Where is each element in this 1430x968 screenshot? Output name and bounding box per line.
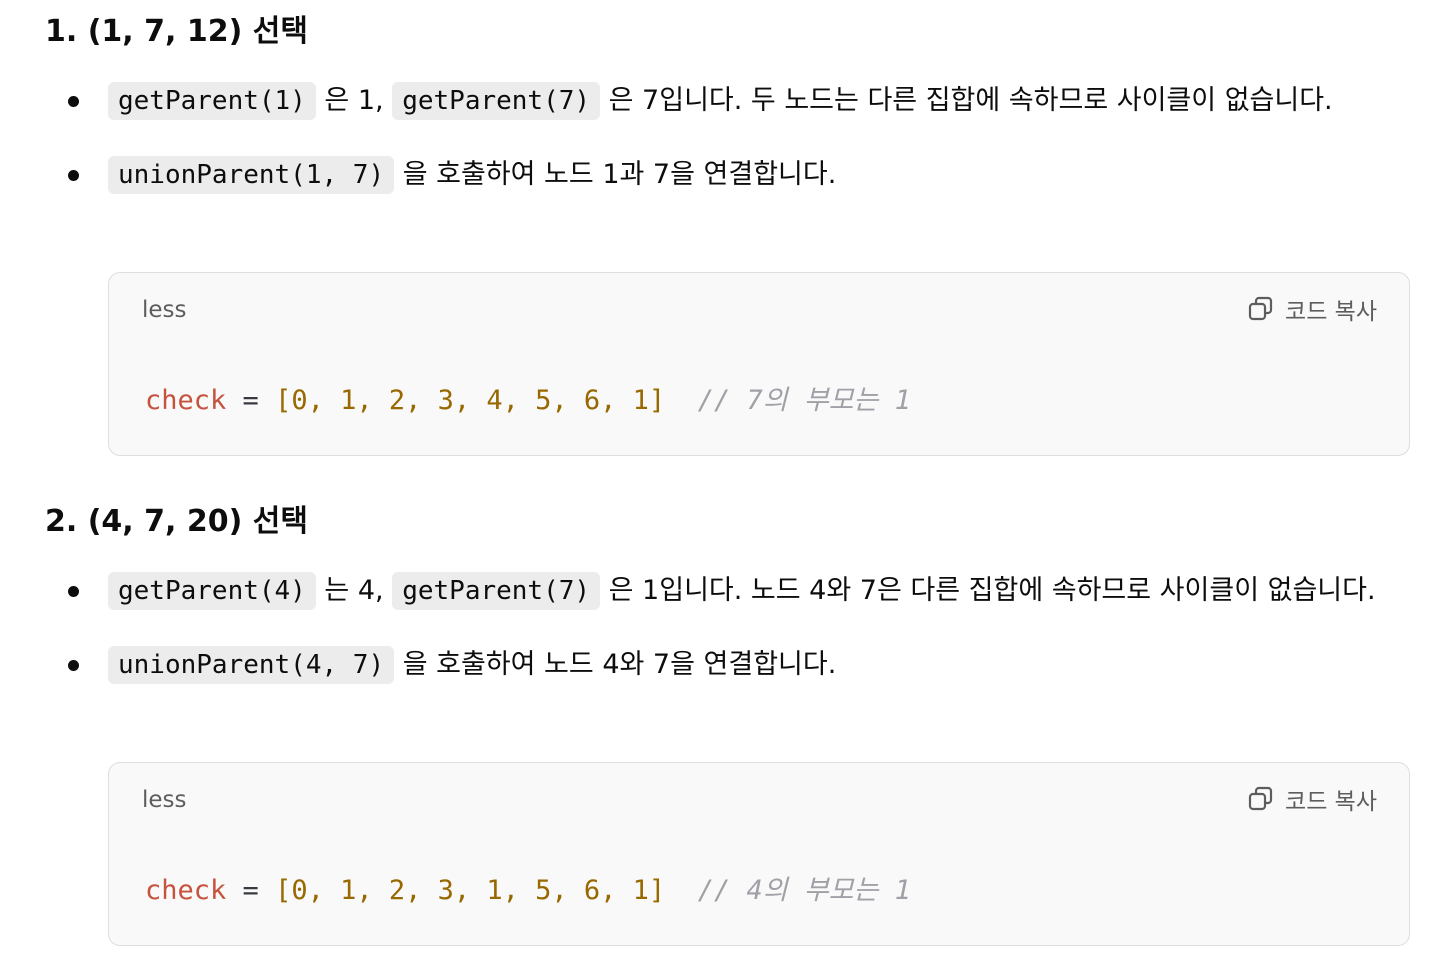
copy-code-button[interactable]: 코드 복사 — [1247, 293, 1377, 325]
list-item: getParent(1) 은 1, getParent(7) 은 7입니다. 두… — [0, 74, 1430, 128]
inline-code: getParent(7) — [392, 572, 601, 610]
copy-code-button[interactable]: 코드 복사 — [1247, 783, 1377, 815]
copy-icon — [1248, 296, 1273, 321]
code-token-array: [0, 1, 2, 3, 1, 5, 6, 1] — [275, 875, 666, 906]
inline-code: getParent(1) — [108, 82, 316, 120]
inline-code: unionParent(1, 7) — [108, 156, 395, 194]
copy-code-label: 코드 복사 — [1285, 789, 1377, 815]
bullet-text: 은 1입니다. 노드 4와 7은 다른 집합에 속하므로 사이클이 없습니다. — [600, 575, 1376, 606]
code-language-label: less — [142, 297, 187, 323]
bullet-dot — [68, 170, 79, 181]
bullet-dot — [68, 660, 79, 671]
bullet-text: 은 1, — [315, 85, 393, 116]
step-heading-1: 1. (1, 7, 12) 선택 — [45, 14, 308, 49]
bullet-dot — [68, 586, 79, 597]
copy-icon — [1248, 786, 1273, 811]
bullet-list-1: getParent(1) 은 1, getParent(7) 은 7입니다. 두… — [0, 74, 1430, 202]
code-language-label: less — [142, 787, 187, 813]
code-block: less 코드 복사 check = [0, 1, 2, 3, 1, 5, 6,… — [108, 762, 1410, 946]
inline-code: getParent(7) — [392, 82, 601, 120]
bullet-text: 는 4, — [315, 575, 393, 606]
bullet-list-2: getParent(4) 는 4, getParent(7) 은 1입니다. 노… — [0, 564, 1430, 692]
code-token-comment: // 4의 부모는 1 — [665, 875, 911, 906]
bullet-dot — [68, 96, 79, 107]
step-heading-2: 2. (4, 7, 20) 선택 — [45, 504, 308, 539]
bullet-text: 을 호출하여 노드 4와 7을 연결합니다. — [394, 649, 837, 680]
code-block: less 코드 복사 check = [0, 1, 2, 3, 4, 5, 6,… — [108, 272, 1410, 456]
code-token-operator: = — [226, 875, 276, 906]
chat-message-content: 1. (1, 7, 12) 선택 getParent(1) 은 1, getPa… — [0, 0, 1430, 968]
inline-code: unionParent(4, 7) — [108, 646, 395, 684]
list-item: unionParent(4, 7) 을 호출하여 노드 4와 7을 연결합니다. — [0, 638, 1430, 692]
bullet-text: 은 7입니다. 두 노드는 다른 집합에 속하므로 사이클이 없습니다. — [600, 85, 1333, 116]
code-token-comment: // 7의 부모는 1 — [665, 385, 911, 416]
code-token-variable: check — [145, 875, 227, 906]
inline-code: getParent(4) — [108, 572, 316, 610]
list-item: unionParent(1, 7) 을 호출하여 노드 1과 7을 연결합니다. — [0, 148, 1430, 202]
list-item: getParent(4) 는 4, getParent(7) 은 1입니다. 노… — [0, 564, 1430, 618]
code-line: check = [0, 1, 2, 3, 4, 5, 6, 1] // 7의 부… — [145, 383, 911, 419]
code-token-operator: = — [226, 385, 276, 416]
bullet-text: 을 호출하여 노드 1과 7을 연결합니다. — [394, 159, 837, 190]
code-token-array: [0, 1, 2, 3, 4, 5, 6, 1] — [275, 385, 666, 416]
copy-code-label: 코드 복사 — [1285, 299, 1377, 325]
code-token-variable: check — [145, 385, 227, 416]
code-line: check = [0, 1, 2, 3, 1, 5, 6, 1] // 4의 부… — [145, 873, 911, 909]
